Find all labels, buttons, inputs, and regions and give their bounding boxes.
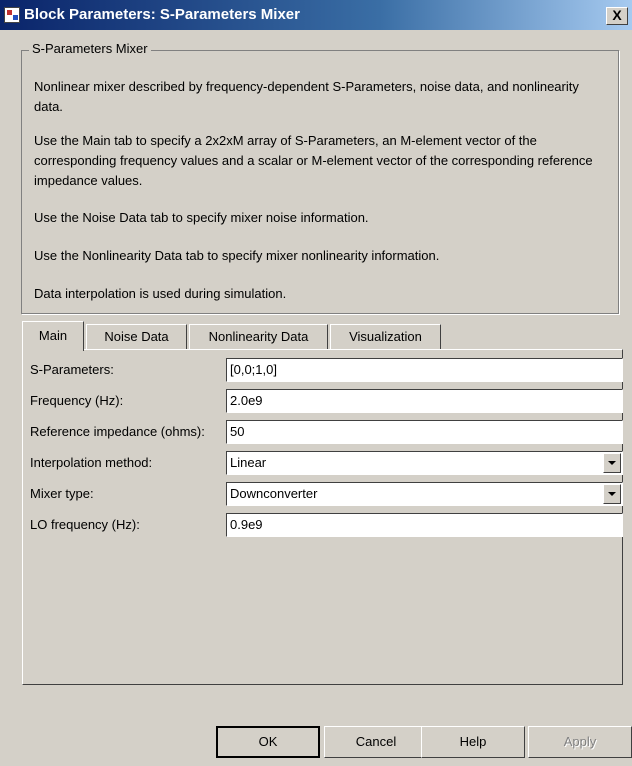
mixer-type-value: Downconverter: [230, 486, 318, 501]
cancel-button[interactable]: Cancel: [324, 726, 428, 758]
interpolation-method-select[interactable]: Linear: [226, 451, 623, 475]
chevron-down-icon[interactable]: [603, 453, 621, 473]
description-group-title: S-Parameters Mixer: [29, 41, 151, 56]
chevron-down-icon[interactable]: [603, 484, 621, 504]
close-button[interactable]: X: [606, 7, 628, 25]
tab-nonlinearity-data[interactable]: Nonlinearity Data: [189, 324, 328, 350]
tab-noise-data[interactable]: Noise Data: [86, 324, 187, 350]
description-paragraph: Data interpolation is used during simula…: [34, 286, 287, 301]
tab-main[interactable]: Main: [22, 321, 84, 351]
mixer-type-select[interactable]: Downconverter: [226, 482, 623, 506]
window-title: Block Parameters: S-Parameters Mixer: [24, 6, 300, 23]
description-paragraph: Nonlinear mixer described by frequency-d…: [34, 79, 579, 114]
help-button[interactable]: Help: [421, 726, 525, 758]
simulink-block-icon: [4, 7, 20, 23]
apply-button[interactable]: Apply: [528, 726, 632, 758]
tab-visualization[interactable]: Visualization: [330, 324, 441, 350]
interpolation-method-value: Linear: [230, 455, 267, 470]
reference-impedance-input[interactable]: 50: [226, 420, 623, 444]
title-bar: Block Parameters: S-Parameters Mixer X: [0, 0, 632, 30]
description-paragraph: Use the Noise Data tab to specify mixer …: [34, 210, 369, 225]
description-paragraph: Use the Nonlinearity Data tab to specify…: [34, 248, 440, 263]
s-parameters-input[interactable]: [0,0;1,0]: [226, 358, 623, 382]
description-paragraph: Use the Main tab to specify a 2x2xM arra…: [34, 133, 593, 188]
frequency-input[interactable]: 2.0e9: [226, 389, 623, 413]
ok-button[interactable]: OK: [216, 726, 320, 758]
lo-frequency-input[interactable]: 0.9e9: [226, 513, 623, 537]
